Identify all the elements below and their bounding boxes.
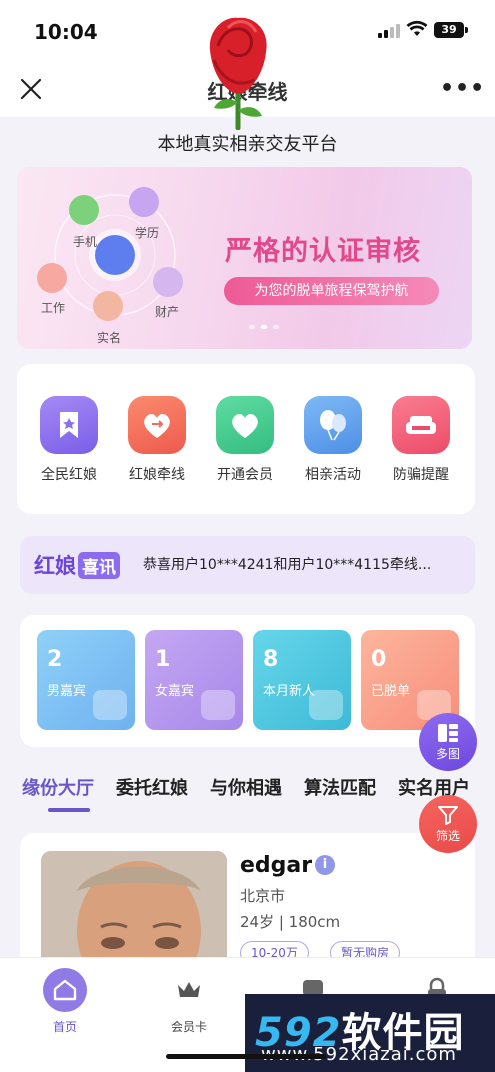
banner-node-label: 实名 bbox=[97, 331, 122, 345]
heart-icon bbox=[216, 396, 274, 454]
stat-value: 0 bbox=[371, 647, 387, 672]
stat-label: 已脱单 bbox=[371, 684, 411, 699]
banner-node-label: 学历 bbox=[135, 226, 160, 240]
stat-label: 本月新人 bbox=[263, 684, 316, 699]
profile-name: edgar bbox=[240, 853, 313, 878]
category-tabs: 缘份大厅 委托红娘 与你相遇 算法匹配 实名用户 bbox=[20, 774, 490, 812]
banner-title: 严格的认证审核 bbox=[225, 236, 421, 267]
rose-icon bbox=[209, 17, 267, 130]
multi-image-button[interactable]: 多图 bbox=[419, 713, 477, 771]
filter-button[interactable]: 筛选 bbox=[419, 795, 477, 853]
gift-icon bbox=[201, 690, 235, 720]
crown-icon bbox=[167, 968, 211, 1012]
tab-encounter[interactable]: 与你相遇 bbox=[210, 774, 282, 800]
news-logo: 红娘 喜讯 bbox=[34, 550, 120, 580]
news-logo-tag: 喜讯 bbox=[78, 551, 120, 579]
money-icon bbox=[153, 267, 183, 297]
tabbar-label: 首页 bbox=[52, 1020, 77, 1034]
tabbar-label: 会员卡 bbox=[170, 1020, 207, 1034]
banner-node-label: 手机 bbox=[73, 235, 98, 249]
active-tab-indicator bbox=[48, 808, 90, 812]
entry-events[interactable]: 相亲活动 bbox=[293, 396, 373, 484]
tab-fate-hall[interactable]: 缘份大厅 bbox=[22, 774, 94, 800]
filter-label: 筛选 bbox=[435, 829, 460, 843]
entry-label: 开通会员 bbox=[217, 467, 273, 483]
news-text: 恭喜用户10***4241和用户10***4115牵线... bbox=[143, 557, 432, 573]
banner-subtitle: 为您的脱单旅程保驾护航 bbox=[224, 277, 439, 305]
stat-new-this-month[interactable]: 8 本月新人 bbox=[253, 630, 351, 730]
profile-meta: 24岁 | 180cm bbox=[240, 913, 341, 931]
tagline: 本地真实相亲交友平台 bbox=[157, 134, 338, 155]
entry-label: 红娘牵线 bbox=[129, 467, 185, 483]
banner-node-label: 工作 bbox=[41, 301, 66, 315]
tab-verified-users[interactable]: 实名用户 bbox=[398, 774, 470, 800]
more-button[interactable]: ••• bbox=[440, 76, 485, 101]
grid-view-icon bbox=[438, 724, 458, 742]
verified-icon: i bbox=[315, 855, 335, 875]
close-button[interactable] bbox=[18, 76, 44, 102]
heart-link-icon bbox=[128, 396, 186, 454]
phone-icon bbox=[69, 195, 99, 225]
home-icon bbox=[43, 968, 87, 1012]
battery-icon: 39 bbox=[434, 22, 468, 38]
entry-matchmaking[interactable]: 红娘牵线 bbox=[117, 396, 197, 484]
wifi-icon bbox=[406, 20, 428, 36]
tabbar-member-card[interactable]: 会员卡 bbox=[154, 968, 224, 1035]
entry-anti-fraud[interactable]: 防骗提醒 bbox=[381, 396, 461, 484]
stat-label: 女嘉宾 bbox=[155, 684, 195, 699]
signal-icon bbox=[378, 24, 400, 38]
banner-node-label: 财产 bbox=[155, 305, 180, 319]
bookmark-star-icon bbox=[40, 396, 98, 454]
tab-entrust-matchmaker[interactable]: 委托红娘 bbox=[116, 774, 188, 800]
home-indicator bbox=[166, 1054, 326, 1059]
graduation-icon bbox=[129, 187, 159, 217]
stat-label: 男嘉宾 bbox=[47, 684, 87, 699]
entry-label: 相亲活动 bbox=[305, 467, 361, 483]
tab-algorithm-match[interactable]: 算法匹配 bbox=[304, 774, 376, 800]
people-icon bbox=[93, 690, 127, 720]
briefcase-icon bbox=[37, 263, 67, 293]
shield-icon bbox=[95, 235, 135, 275]
tabbar-home[interactable]: 首页 bbox=[30, 968, 100, 1035]
verification-banner[interactable]: 手机 学历 工作 财产 实名 严格的认证审核 为您的脱单旅程保驾护航 bbox=[17, 167, 472, 349]
sofa-icon bbox=[392, 396, 450, 454]
banner-pagination[interactable] bbox=[249, 325, 279, 329]
stat-value: 1 bbox=[155, 647, 171, 672]
stats-panel: 2 男嘉宾 1 女嘉宾 8 本月新人 0 已脱单 bbox=[20, 615, 475, 747]
stat-value: 2 bbox=[47, 647, 63, 672]
balloons-icon bbox=[304, 396, 362, 454]
entry-label: 防骗提醒 bbox=[393, 467, 449, 483]
news-logo-main: 红娘 bbox=[34, 554, 76, 578]
multi-image-label: 多图 bbox=[435, 747, 460, 761]
id-card-icon bbox=[93, 291, 123, 321]
status-time: 10:04 bbox=[34, 20, 98, 44]
entry-label: 全民红娘 bbox=[41, 467, 97, 483]
entry-all-matchmaker[interactable]: 全民红娘 bbox=[29, 396, 109, 484]
filter-icon bbox=[438, 806, 458, 825]
stat-value: 8 bbox=[263, 647, 279, 672]
profile-city: 北京市 bbox=[240, 887, 286, 905]
entry-membership[interactable]: 开通会员 bbox=[205, 396, 285, 484]
quick-entries: 全民红娘 红娘牵线 开通会员 相亲活动 防骗提醒 bbox=[17, 364, 475, 514]
stat-female-guests[interactable]: 1 女嘉宾 bbox=[145, 630, 243, 730]
site-watermark: 592软件园 www.592xiazai.com bbox=[245, 994, 495, 1072]
stat-male-guests[interactable]: 2 男嘉宾 bbox=[37, 630, 135, 730]
news-ticker[interactable]: 红娘 喜讯 恭喜用户10***4241和用户10***4115牵线... bbox=[20, 536, 475, 594]
chart-icon bbox=[309, 690, 343, 720]
